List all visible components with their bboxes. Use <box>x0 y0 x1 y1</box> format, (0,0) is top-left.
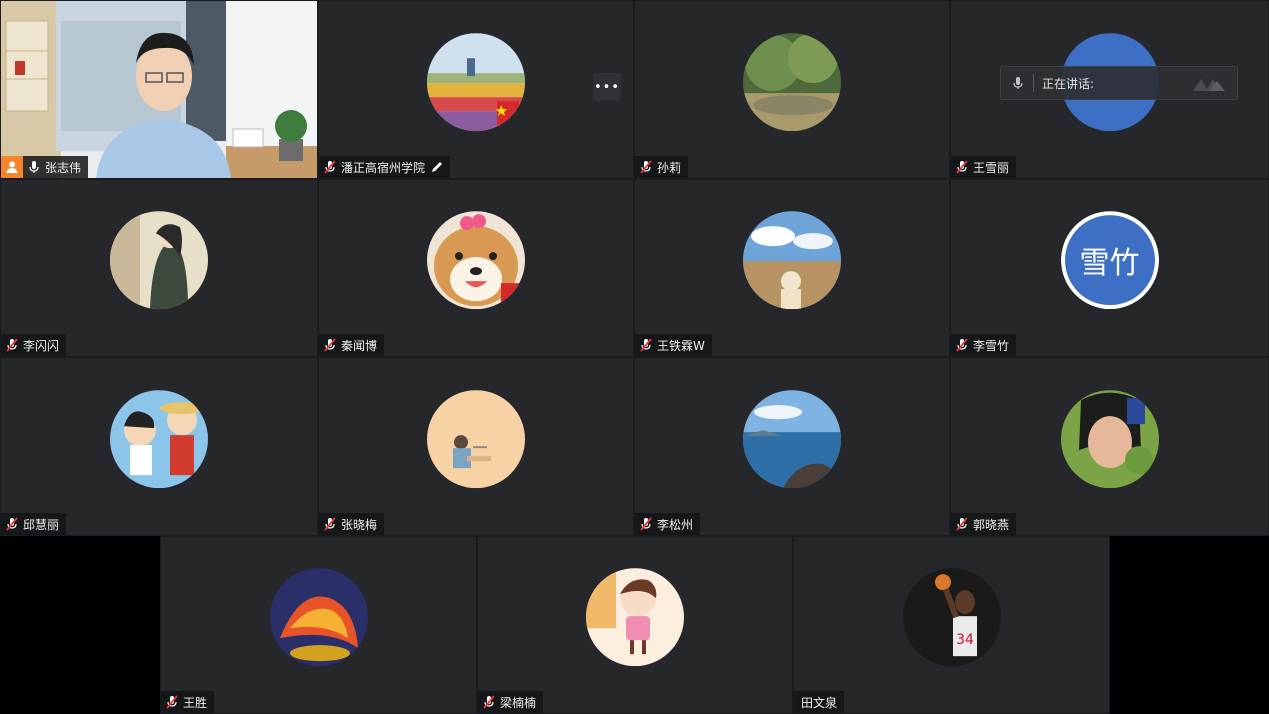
participant-name: 邱慧丽 <box>23 517 60 532</box>
participant-name-tag: 李松州 <box>635 513 701 535</box>
participant-name: 梁楠楠 <box>500 695 537 710</box>
participant-tile[interactable]: 邱慧丽 <box>0 357 318 536</box>
speaking-indicator: 正在讲话: <box>1000 66 1238 100</box>
pencil-icon[interactable] <box>431 161 443 173</box>
basketball-avatar: 34 <box>902 568 1001 667</box>
participant-name: 王胜 <box>183 695 208 710</box>
mic-muted-icon <box>482 695 496 709</box>
participant-name: 田文泉 <box>801 695 838 710</box>
mic-icon <box>1011 76 1025 90</box>
mic-muted-icon <box>323 338 337 352</box>
host-name: 张志伟 <box>45 160 82 175</box>
mic-muted-icon <box>323 160 337 174</box>
participant-tile[interactable]: 王胜 <box>160 536 477 714</box>
participant-tile[interactable]: 34 田文泉 <box>793 536 1110 714</box>
participant-name: 李松州 <box>657 517 694 532</box>
cartoon-boys-avatar <box>110 389 208 488</box>
mic-muted-icon <box>639 517 653 531</box>
participant-tile[interactable]: 雪竹 李雪竹 <box>950 179 1269 357</box>
participant-name-tag: 李闪闪 <box>1 334 67 356</box>
mic-muted-icon <box>955 160 969 174</box>
participant-name: 王铁霖W <box>657 338 705 353</box>
participant-name: 李雪竹 <box>973 338 1010 353</box>
reeds-avatar <box>743 211 841 310</box>
nature-avatar <box>743 32 841 131</box>
participant-name-tag: 潘正高宿州学院 <box>319 156 451 178</box>
mic-on-icon <box>27 160 41 174</box>
flower-field-avatar <box>427 32 525 131</box>
participant-name: 张晓梅 <box>341 517 378 532</box>
mic-muted-icon <box>639 338 653 352</box>
participant-name-tag: 梁楠楠 <box>478 691 544 713</box>
participant-name-tag: 张晓梅 <box>319 513 385 535</box>
host-video-tile[interactable]: 张志伟 <box>0 0 318 179</box>
mic-muted-icon <box>5 517 19 531</box>
participant-name: 郭晓燕 <box>973 517 1010 532</box>
anime-girl-avatar <box>110 211 208 310</box>
participant-name-tag: 秦闻博 <box>319 334 385 356</box>
participant-tile[interactable]: 李松州 <box>634 357 950 536</box>
participant-tile[interactable]: 王铁霖W <box>634 179 950 357</box>
svg-text:34: 34 <box>956 632 974 648</box>
participant-name: 李闪闪 <box>23 338 60 353</box>
participant-name-tag: 田文泉 <box>794 691 845 713</box>
sea-avatar <box>743 389 841 488</box>
host-icon <box>1 156 23 178</box>
more-options-button[interactable]: ••• <box>593 73 621 101</box>
participant-tile[interactable]: 郭晓燕 <box>950 357 1269 536</box>
girl-photo-avatar <box>1060 389 1159 488</box>
participant-tile[interactable]: 梁楠楠 <box>477 536 793 714</box>
app-logo-icon <box>1191 75 1227 93</box>
participant-name-tag: 邱慧丽 <box>1 513 67 535</box>
participant-name-tag: 李雪竹 <box>951 334 1017 356</box>
divider <box>1033 74 1034 92</box>
participant-name-tag: 孙莉 <box>635 156 689 178</box>
participant-name: 孙莉 <box>657 160 682 175</box>
mic-muted-icon <box>5 338 19 352</box>
text-avatar: 雪竹 <box>1060 211 1159 310</box>
mic-muted-icon <box>323 517 337 531</box>
mic-muted-icon <box>955 517 969 531</box>
participant-tile[interactable]: 秦闻博 <box>318 179 634 357</box>
speaking-label: 正在讲话: <box>1042 76 1095 91</box>
host-name-tag: 张志伟 <box>1 156 89 178</box>
phoenix-avatar <box>269 568 368 667</box>
mic-muted-icon <box>165 695 179 709</box>
participant-name-tag: 郭晓燕 <box>951 513 1017 535</box>
text-avatar-label: 雪竹 <box>1060 211 1159 310</box>
participant-name-tag: 王胜 <box>161 691 215 713</box>
mic-muted-icon <box>639 160 653 174</box>
cartoon-girl-avatar <box>586 568 684 667</box>
shiba-dog-avatar <box>427 211 525 310</box>
participant-name-tag: 王铁霖W <box>635 334 712 356</box>
participant-name-tag: 王雪丽 <box>951 156 1017 178</box>
participant-tile[interactable]: 孙莉 <box>634 0 950 179</box>
participant-name: 秦闻博 <box>341 338 378 353</box>
illustration-avatar <box>427 389 525 488</box>
participant-tile[interactable]: 张晓梅 <box>318 357 634 536</box>
participant-tile[interactable]: ••• 潘正高宿州学院 <box>318 0 634 179</box>
mic-muted-icon <box>955 338 969 352</box>
participant-name: 潘正高宿州学院 <box>341 160 426 175</box>
host-video-feed <box>1 1 317 178</box>
participant-name: 王雪丽 <box>973 160 1010 175</box>
participant-tile[interactable]: 李闪闪 <box>0 179 318 357</box>
